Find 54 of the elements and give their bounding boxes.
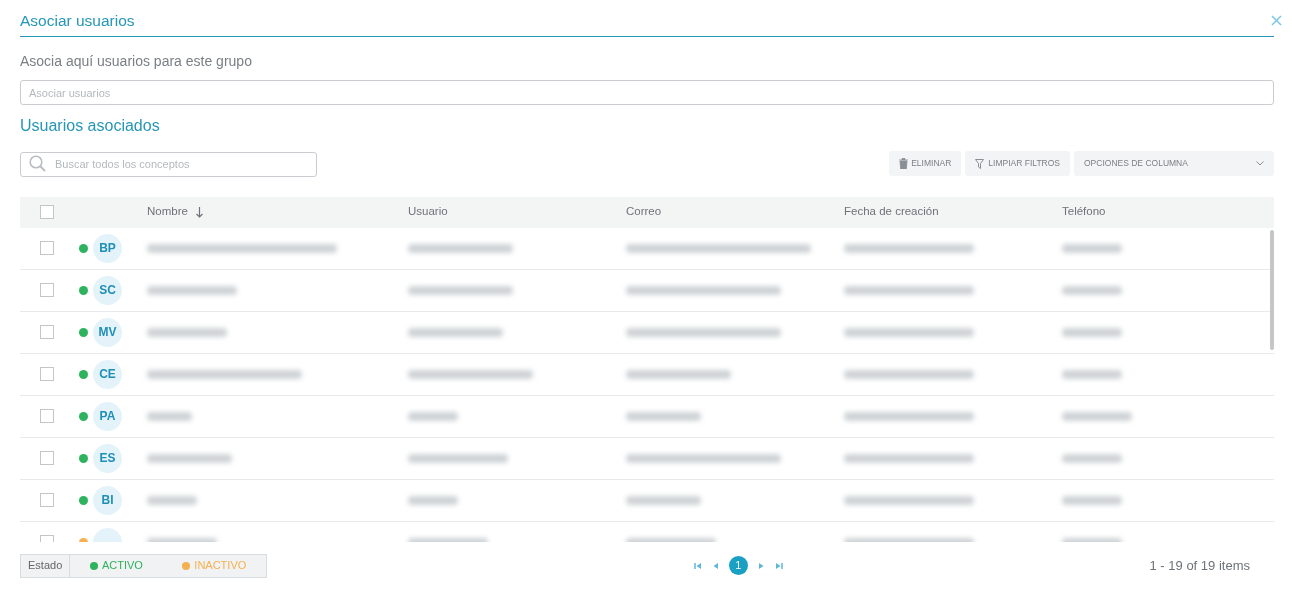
blurred-text (1062, 495, 1122, 505)
blurred-text (147, 411, 192, 421)
page-button[interactable]: 1 (728, 556, 748, 575)
select-all-checkbox[interactable] (40, 205, 54, 219)
column-header[interactable]: Correo (626, 203, 662, 221)
blurred-text (408, 495, 458, 505)
user-avatar: PA (93, 401, 122, 431)
row-checkbox[interactable] (40, 451, 54, 465)
associate-users-field[interactable]: Asociar usuarios (20, 80, 1274, 105)
column-header[interactable]: Teléfono (1062, 203, 1106, 221)
dialog-title: Asociar usuarios (20, 11, 135, 31)
clear-filters-button[interactable]: LIMPIAR FILTROS (965, 151, 1070, 177)
last-page-icon (773, 560, 784, 571)
legend-item: ACTIVO (101, 558, 143, 574)
column-options-dropdown[interactable]: OPCIONES DE COLUMNA (1074, 151, 1274, 177)
section-title: Usuarios asociados (20, 116, 161, 136)
row-checkbox[interactable] (40, 493, 54, 507)
search-field[interactable]: Buscar todos los conceptos (20, 151, 317, 177)
legend-item: INACTIVO (194, 558, 247, 574)
legend-label: Estado (21, 554, 71, 577)
row-checkbox[interactable] (40, 241, 54, 255)
column-header[interactable]: Nombre (147, 203, 188, 221)
first-page-button[interactable] (692, 560, 703, 571)
subtitle: Asocia aquí usuarios para este grupo (20, 52, 253, 71)
close-icon[interactable] (1271, 15, 1282, 26)
chevron-down-icon (1256, 161, 1264, 167)
search-icon (29, 155, 46, 172)
last-page-button[interactable] (773, 560, 784, 571)
first-page-icon (692, 560, 703, 571)
blurred-text (1062, 285, 1122, 295)
user-avatar: SC (93, 275, 122, 305)
row-checkbox[interactable] (40, 409, 54, 423)
user-avatar: CE (93, 359, 122, 389)
blurred-text (1062, 369, 1122, 379)
user-avatar: MV (93, 317, 122, 347)
blurred-text (1062, 453, 1122, 463)
blurred-text (147, 495, 197, 505)
delete-button[interactable]: ELIMINAR (889, 151, 962, 177)
user-avatar: BP (93, 233, 122, 263)
trash-icon (899, 158, 909, 170)
row-checkbox[interactable] (40, 367, 54, 381)
blurred-text (408, 411, 458, 421)
scrollbar-thumb[interactable] (1270, 229, 1274, 350)
user-avatar: BI (93, 485, 122, 515)
pagination-summary: 1 - 19 of 19 items (1149, 556, 1250, 575)
blurred-text (1062, 327, 1122, 337)
blurred-text (1062, 243, 1122, 253)
column-header[interactable]: Usuario (408, 203, 448, 221)
user-avatar: ES (93, 443, 122, 473)
column-header[interactable]: Fecha de creación (844, 203, 939, 221)
blurred-text (1062, 411, 1132, 421)
row-checkbox[interactable] (40, 325, 54, 339)
filter-icon (975, 158, 986, 169)
row-checkbox[interactable] (40, 283, 54, 297)
